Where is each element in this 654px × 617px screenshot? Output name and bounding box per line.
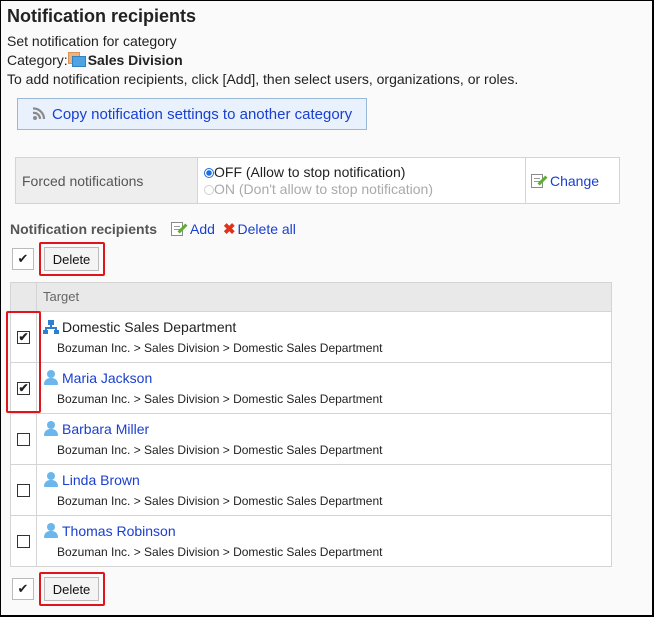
radio-option-on: ON (Don't allow to stop notification)	[204, 181, 525, 198]
radio-button-selected[interactable]	[204, 167, 214, 178]
delete-x-icon: ✖	[222, 221, 236, 238]
radio-option-off[interactable]: OFF (Allow to stop notification)	[204, 164, 525, 181]
forced-notifications-label: Forced notifications	[15, 157, 198, 204]
user-name-link[interactable]: Maria Jackson	[62, 370, 152, 386]
row-checkbox-cell	[11, 465, 37, 515]
add-link[interactable]: Add	[171, 221, 215, 237]
radio-button-disabled	[204, 184, 214, 195]
recipients-heading: Notification recipients	[10, 221, 158, 237]
organization-path: Bozuman Inc. > Sales Division > Domestic…	[57, 443, 383, 457]
page-subtitle: Set notification for category	[7, 33, 177, 49]
table-row: ✔ Domestic Sales Department Bozuman Inc. >…	[11, 312, 611, 363]
row-checkbox[interactable]	[17, 534, 30, 548]
highlight-delete-bottom	[39, 572, 105, 606]
organization-path: Bozuman Inc. > Sales Division > Domestic…	[57, 341, 383, 355]
user-icon	[43, 472, 59, 488]
row-checkbox-cell	[11, 516, 37, 566]
highlight-delete-top	[39, 242, 105, 276]
highlight-checked-rows	[6, 311, 41, 413]
notification-recipients-screen: Notification recipients Set notification…	[0, 0, 654, 617]
category-name: Sales Division	[87, 52, 183, 68]
folder-icon	[67, 52, 86, 67]
forced-notifications-table: Forced notifications OFF (Allow to stop …	[15, 157, 620, 204]
change-link[interactable]: Change	[531, 173, 599, 189]
delete-all-link[interactable]: ✖ Delete all	[215, 220, 296, 238]
table-row: Barbara Miller Bozuman Inc. > Sales Divis…	[11, 414, 611, 465]
organization-icon	[43, 319, 59, 335]
change-cell: Change	[525, 157, 620, 204]
recipients-header: Notification recipients Add ✖ Delete all	[10, 220, 296, 238]
user-icon	[43, 370, 59, 386]
table-row: ✔ Maria Jackson Bozuman Inc. > Sales Divis…	[11, 363, 611, 414]
column-target: Target	[43, 289, 80, 304]
user-name-link[interactable]: Thomas Robinson	[62, 523, 176, 539]
user-icon	[43, 523, 59, 539]
rss-icon	[32, 107, 46, 120]
table-header: Target	[11, 283, 611, 312]
toggle-all-checkbox-button[interactable]: ✔	[12, 248, 34, 270]
target-cell: Linda Brown Bozuman Inc. > Sales Division…	[37, 465, 382, 515]
organization-path: Bozuman Inc. > Sales Division > Domestic…	[57, 545, 383, 559]
category-line: Category: Sales Division	[7, 52, 183, 68]
user-icon	[43, 421, 59, 437]
row-checkbox[interactable]	[17, 483, 30, 497]
recipients-table: Target ✔ Domestic Sales Department Bozuman…	[10, 282, 612, 567]
organization-path: Bozuman Inc. > Sales Division > Domestic…	[57, 494, 383, 508]
organization-name: Domestic Sales Department	[62, 319, 237, 335]
copy-button-label: Copy notification settings to another ca…	[52, 105, 353, 123]
table-row: Linda Brown Bozuman Inc. > Sales Division…	[11, 465, 611, 516]
copy-notification-settings-button[interactable]: Copy notification settings to another ca…	[17, 98, 367, 130]
forced-notifications-options: OFF (Allow to stop notification) ON (Don…	[197, 157, 526, 204]
instructions: To add notification recipients, click [A…	[7, 71, 519, 87]
add-icon	[171, 221, 188, 237]
table-row: Thomas Robinson Bozuman Inc. > Sales Divi…	[11, 516, 611, 566]
target-cell: Domestic Sales Department Bozuman Inc. > …	[37, 312, 382, 362]
row-checkbox-cell	[11, 414, 37, 464]
category-label: Category:	[7, 52, 68, 68]
user-name-link[interactable]: Linda Brown	[62, 472, 140, 488]
row-checkbox[interactable]	[17, 432, 30, 446]
page-title: Notification recipients	[7, 6, 197, 26]
user-name-link[interactable]: Barbara Miller	[62, 421, 149, 437]
target-cell: Barbara Miller Bozuman Inc. > Sales Divis…	[37, 414, 382, 464]
target-cell: Thomas Robinson Bozuman Inc. > Sales Divi…	[37, 516, 382, 566]
target-cell: Maria Jackson Bozuman Inc. > Sales Divisi…	[37, 363, 382, 413]
toggle-all-checkbox-button-bottom[interactable]: ✔	[12, 578, 34, 600]
edit-icon	[531, 173, 548, 189]
organization-path: Bozuman Inc. > Sales Division > Domestic…	[57, 392, 383, 406]
